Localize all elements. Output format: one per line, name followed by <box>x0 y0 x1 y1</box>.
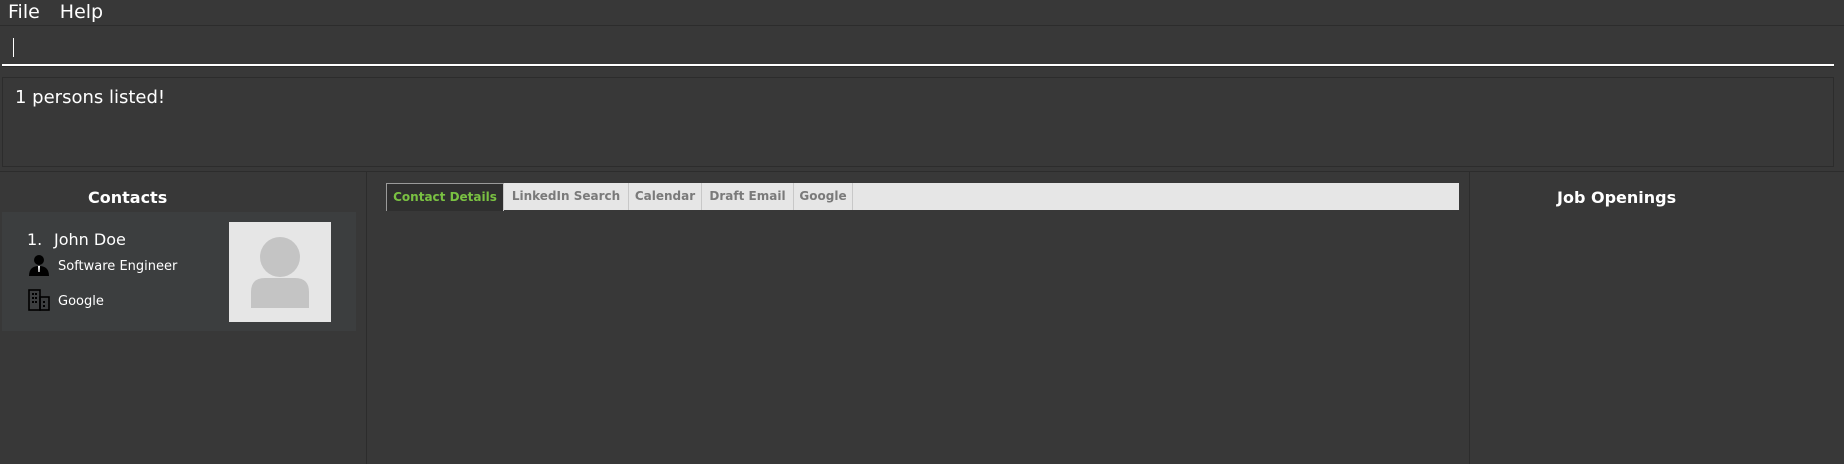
menu-file[interactable]: File <box>8 3 40 22</box>
menu-help[interactable]: Help <box>60 3 103 22</box>
person-name: John Doe <box>54 230 126 249</box>
menu-bar: File Help <box>0 0 1844 26</box>
result-display: 1 persons listed! <box>2 77 1834 167</box>
tab-calendar[interactable]: Calendar <box>629 183 702 210</box>
person-company: Google <box>58 294 104 309</box>
tab-bar: Contact Details LinkedIn Search Calendar… <box>386 183 1459 211</box>
avatar-placeholder-icon <box>251 237 309 308</box>
result-message: 1 persons listed! <box>15 87 166 108</box>
command-input[interactable] <box>2 28 1834 66</box>
job-openings-title: Job Openings <box>1557 188 1677 207</box>
left-divider[interactable] <box>366 172 367 464</box>
building-icon <box>28 289 50 311</box>
text-caret <box>13 38 14 57</box>
tab-contact-details[interactable]: Contact Details <box>386 183 504 211</box>
tab-linkedin-search[interactable]: LinkedIn Search <box>504 183 629 210</box>
person-card[interactable]: 1. John Doe Software Engineer Google <box>2 212 356 331</box>
avatar <box>229 222 331 322</box>
contacts-title: Contacts <box>88 188 168 207</box>
person-role: Software Engineer <box>58 259 178 274</box>
tab-google[interactable]: Google <box>794 183 853 210</box>
right-divider[interactable] <box>1469 172 1470 464</box>
person-silhouette-icon <box>29 255 49 276</box>
tab-draft-email[interactable]: Draft Email <box>702 183 794 210</box>
person-index: 1. <box>27 230 43 249</box>
